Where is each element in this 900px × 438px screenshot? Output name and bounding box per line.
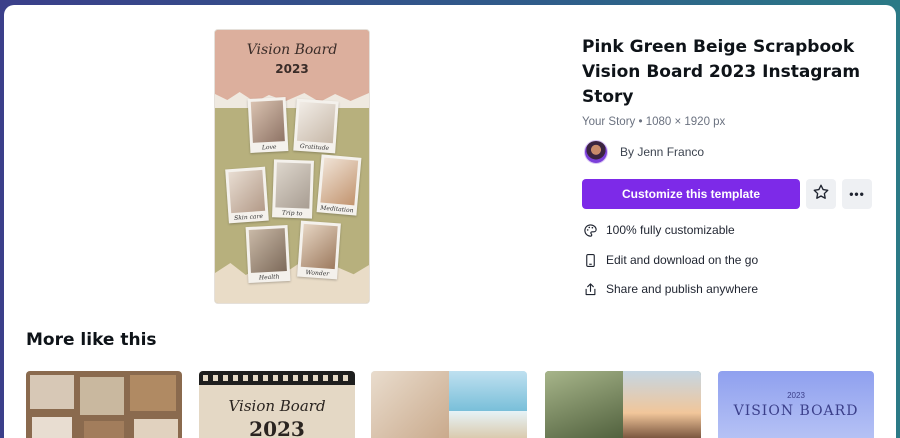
polaroid-trip: Trip to — [272, 159, 314, 219]
more-options-button[interactable]: ••• — [842, 179, 872, 209]
polaroid-health: Health — [245, 224, 291, 284]
template-preview[interactable]: Vision Board 2023 Love Gratitude Skin ca… — [214, 29, 370, 304]
star-icon — [812, 183, 830, 206]
more-options-icon: ••• — [849, 187, 865, 201]
feature-share: Share and publish anywhere — [582, 280, 758, 298]
polaroid-caption: Health — [258, 273, 280, 282]
feature-label: Share and publish anywhere — [606, 282, 759, 296]
polaroid-love: Love — [247, 97, 289, 153]
thumb-year: 2023 — [249, 417, 305, 438]
author-name[interactable]: By Jenn Franco — [620, 145, 704, 159]
polaroid-caption: Gratitude — [299, 142, 330, 152]
phone-icon — [582, 252, 598, 268]
film-strip — [199, 371, 355, 385]
feature-mobile: Edit and download on the go — [582, 251, 758, 269]
polaroid-gratitude: Gratitude — [293, 98, 339, 154]
polaroid-caption: Trip to — [281, 209, 303, 218]
palette-icon — [582, 222, 598, 238]
feature-label: 100% fully customizable — [606, 223, 735, 237]
polaroid-caption: Skin care — [233, 212, 264, 222]
customize-template-button[interactable]: Customize this template — [582, 179, 800, 209]
polaroid-wonder: Wonder — [297, 220, 341, 280]
template-title: Pink Green Beige Scrapbook Vision Board … — [582, 37, 861, 107]
author-row[interactable]: By Jenn Franco — [584, 139, 704, 165]
favorite-button[interactable] — [806, 179, 836, 209]
feature-customizable: 100% fully customizable — [582, 221, 735, 239]
template-meta: Your Story • 1080 × 1920 px — [582, 116, 726, 128]
thumb-year: 2023 — [787, 391, 805, 400]
more-like-this-heading: More like this — [26, 330, 157, 350]
polaroid-caption: Wonder — [305, 269, 330, 278]
share-icon — [582, 281, 598, 297]
thumb-title: VISION BOARD — [733, 403, 859, 419]
feature-label: Edit and download on the go — [606, 253, 759, 267]
avatar[interactable] — [584, 140, 608, 164]
preview-title: Vision Board — [246, 42, 338, 58]
template-modal: Vision Board 2023 Love Gratitude Skin ca… — [4, 5, 896, 438]
related-template-thumb[interactable] — [545, 371, 701, 438]
polaroid-meditation: Meditation — [316, 154, 362, 216]
preview-year: 2023 — [275, 62, 309, 76]
polaroid-skin-care: Skin care — [225, 166, 269, 224]
related-template-thumb[interactable]: Vision Board 2023 — [199, 371, 355, 438]
related-template-thumb[interactable] — [371, 371, 527, 438]
related-template-thumb[interactable]: 2023 VISION BOARD — [718, 371, 874, 438]
thumb-title: Vision Board — [228, 397, 326, 415]
polaroid-caption: Love — [261, 143, 277, 152]
related-template-thumb[interactable] — [26, 371, 182, 438]
